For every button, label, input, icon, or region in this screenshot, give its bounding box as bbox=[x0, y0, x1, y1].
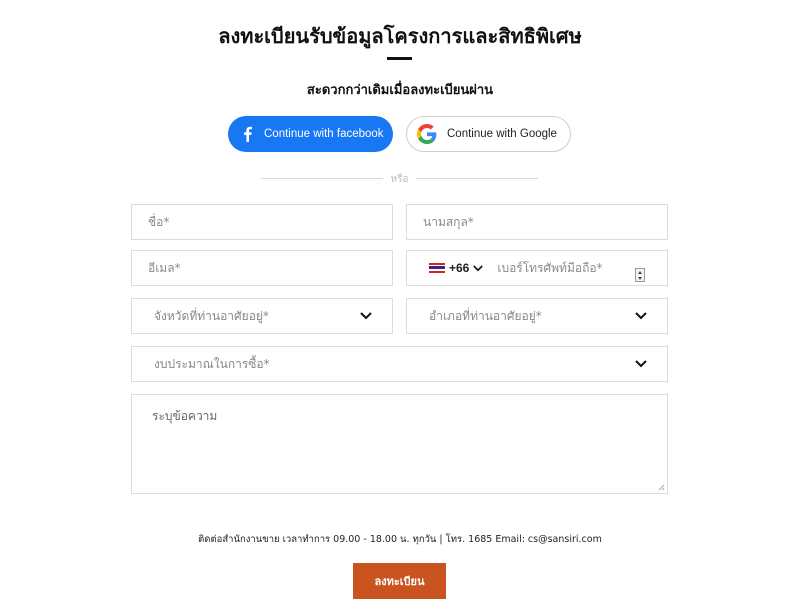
first-name-input[interactable] bbox=[132, 205, 392, 239]
continue-with-google-button[interactable]: Continue with Google bbox=[406, 116, 571, 152]
email-field bbox=[131, 250, 393, 286]
facebook-icon bbox=[240, 126, 254, 142]
last-name-field bbox=[406, 204, 668, 240]
google-button-label: Continue with Google bbox=[447, 128, 557, 140]
budget-select[interactable]: งบประมาณในการซื้อ* bbox=[131, 346, 668, 382]
or-divider: หรือ bbox=[261, 172, 538, 186]
continue-with-facebook-button[interactable]: Continue with facebook bbox=[228, 116, 393, 152]
country-code-selector[interactable]: +66 bbox=[407, 261, 484, 275]
province-select-label: จังหวัดที่ท่านอาศัยอยู่* bbox=[154, 308, 269, 323]
facebook-button-label: Continue with facebook bbox=[264, 128, 384, 140]
chevron-down-icon bbox=[360, 312, 372, 320]
first-name-field bbox=[131, 204, 393, 240]
province-select[interactable]: จังหวัดที่ท่านอาศัยอยู่* bbox=[131, 298, 393, 334]
dial-code: +66 bbox=[449, 261, 470, 275]
last-name-input[interactable] bbox=[407, 205, 667, 239]
chevron-down-icon bbox=[473, 264, 484, 271]
email-input[interactable] bbox=[132, 251, 392, 285]
page-subtitle: สะดวกกว่าเดิมเมื่อลงทะเบียนผ่าน bbox=[306, 83, 494, 98]
message-textarea[interactable] bbox=[132, 395, 667, 493]
district-select-label: อำเภอที่ท่านอาศัยอยู่* bbox=[429, 308, 542, 323]
title-underline bbox=[387, 57, 412, 60]
resize-handle-icon[interactable] bbox=[658, 484, 665, 491]
page-title: ลงทะเบียนรับข้อมูลโครงการและสิทธิพิเศษ bbox=[218, 24, 582, 48]
message-field bbox=[131, 394, 668, 494]
phone-field: +66 bbox=[406, 250, 668, 286]
chevron-down-icon bbox=[635, 360, 647, 368]
number-spinner[interactable] bbox=[635, 268, 645, 282]
district-select[interactable]: อำเภอที่ท่านอาศัยอยู่* bbox=[406, 298, 668, 334]
google-icon bbox=[417, 124, 437, 144]
register-submit-button[interactable]: ลงทะเบียน bbox=[353, 563, 446, 599]
budget-select-label: งบประมาณในการซื้อ* bbox=[154, 356, 270, 371]
or-label: หรือ bbox=[390, 174, 409, 185]
thailand-flag-icon bbox=[429, 262, 445, 274]
chevron-down-icon bbox=[635, 312, 647, 320]
contact-info: ติดต่อสำนักงานขาย เวลาทำการ 09.00 - 18.0… bbox=[198, 534, 602, 545]
